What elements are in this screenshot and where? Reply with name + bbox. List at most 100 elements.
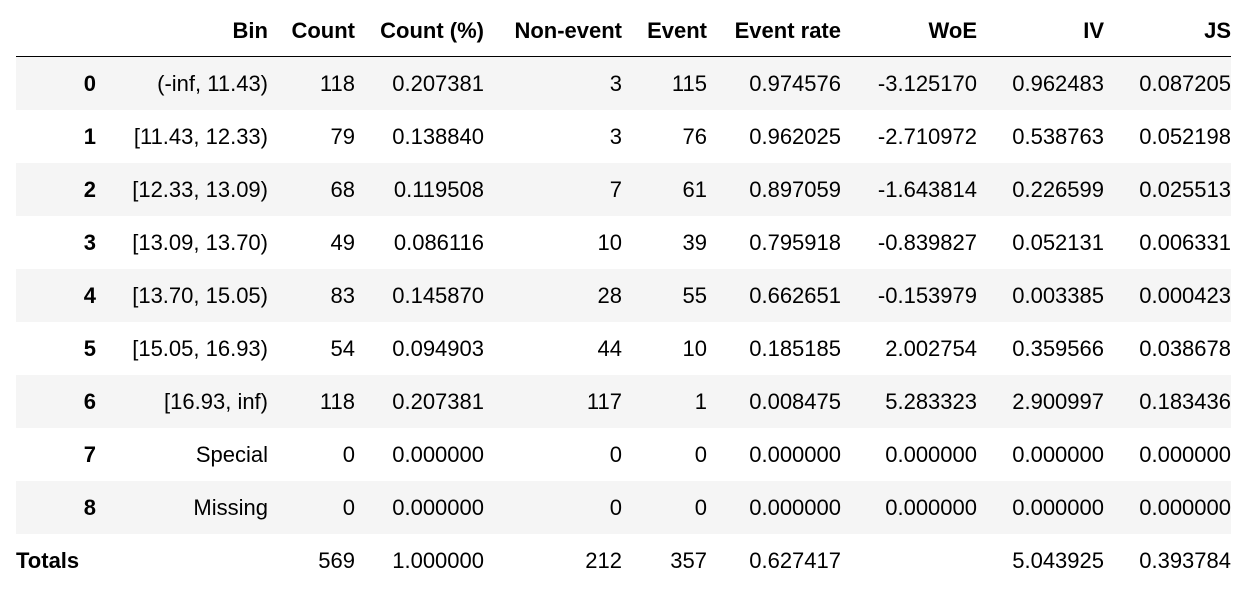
- table-cell: 0.962483: [977, 56, 1104, 110]
- table-cell: 44: [484, 322, 622, 375]
- row-index: 0: [16, 56, 96, 110]
- table-cell: 0.000000: [977, 481, 1104, 534]
- table-cell: 569: [268, 534, 355, 587]
- column-header: IV: [977, 6, 1104, 57]
- table-cell: 76: [622, 110, 707, 163]
- table-cell: 0.974576: [707, 56, 841, 110]
- table-cell: [16.93, inf): [96, 375, 268, 428]
- table-cell: -3.125170: [841, 56, 977, 110]
- table-cell: 1.000000: [355, 534, 484, 587]
- table-cell: 55: [622, 269, 707, 322]
- table-cell: 5.043925: [977, 534, 1104, 587]
- table-cell: Missing: [96, 481, 268, 534]
- table-cell: 0.025513: [1104, 163, 1231, 216]
- table-cell: 0.962025: [707, 110, 841, 163]
- table-cell: Special: [96, 428, 268, 481]
- table-cell: 28: [484, 269, 622, 322]
- table-cell: [13.09, 13.70): [96, 216, 268, 269]
- table-cell: 0.185185: [707, 322, 841, 375]
- table-cell: 117: [484, 375, 622, 428]
- row-index: 7: [16, 428, 96, 481]
- table-cell: 0: [622, 481, 707, 534]
- column-header: Count: [268, 6, 355, 57]
- table-cell: 0.000000: [841, 481, 977, 534]
- row-index: 8: [16, 481, 96, 534]
- column-header: Count (%): [355, 6, 484, 57]
- table-cell: 0: [268, 481, 355, 534]
- table-row: 0 (-inf, 11.43) 118 0.207381 3 115 0.974576 -3.…: [16, 56, 1231, 110]
- column-header: JS: [1104, 6, 1231, 57]
- table-cell: 0.038678: [1104, 322, 1231, 375]
- table-cell: 3: [484, 56, 622, 110]
- table-cell: 0.000000: [977, 428, 1104, 481]
- table-cell: 0.008475: [707, 375, 841, 428]
- column-header: WoE: [841, 6, 977, 57]
- table-cell: 0: [268, 428, 355, 481]
- row-index: 3: [16, 216, 96, 269]
- row-index: 6: [16, 375, 96, 428]
- row-index: Totals: [16, 534, 96, 587]
- table-cell: 0: [484, 481, 622, 534]
- table-cell: 0.138840: [355, 110, 484, 163]
- table-cell: 118: [268, 375, 355, 428]
- row-index: 4: [16, 269, 96, 322]
- table-cell: 0.003385: [977, 269, 1104, 322]
- table-cell: 0: [622, 428, 707, 481]
- table-cell: 0.000000: [1104, 428, 1231, 481]
- table-cell: 10: [622, 322, 707, 375]
- table-cell: 1: [622, 375, 707, 428]
- table-cell: 0.000000: [355, 481, 484, 534]
- table-cell: [11.43, 12.33): [96, 110, 268, 163]
- table-header-row: Bin Count Count (%) Non-event Event Event rat…: [16, 6, 1231, 57]
- table-cell: 0.000000: [707, 428, 841, 481]
- table-row: 2 [12.33, 13.09) 68 0.119508 7 61 0.897059 -1.6…: [16, 163, 1231, 216]
- column-header: Event: [622, 6, 707, 57]
- table-cell: 0.207381: [355, 56, 484, 110]
- table-cell: -0.839827: [841, 216, 977, 269]
- table-cell: 0.662651: [707, 269, 841, 322]
- table-cell: [12.33, 13.09): [96, 163, 268, 216]
- table-cell: 0.226599: [977, 163, 1104, 216]
- table-cell: [15.05, 16.93): [96, 322, 268, 375]
- table-cell: 0.000423: [1104, 269, 1231, 322]
- table-cell: 0.627417: [707, 534, 841, 587]
- row-index: 1: [16, 110, 96, 163]
- table-cell: 0.897059: [707, 163, 841, 216]
- table-cell: -2.710972: [841, 110, 977, 163]
- table-cell: 0.000000: [841, 428, 977, 481]
- table-cell: 0.393784: [1104, 534, 1231, 587]
- table-cell: 0.795918: [707, 216, 841, 269]
- table-cell: 10: [484, 216, 622, 269]
- table-cell: 0.538763: [977, 110, 1104, 163]
- table-cell: 0.183436: [1104, 375, 1231, 428]
- table-cell: 54: [268, 322, 355, 375]
- table-cell: 212: [484, 534, 622, 587]
- table-cell: -0.153979: [841, 269, 977, 322]
- table-cell: 0: [484, 428, 622, 481]
- table-row: 5 [15.05, 16.93) 54 0.094903 44 10 0.185185 2.0…: [16, 322, 1231, 375]
- table-cell: 2.002754: [841, 322, 977, 375]
- table-cell: 357: [622, 534, 707, 587]
- table-row: 1 [11.43, 12.33) 79 0.138840 3 76 0.962025 -2.7…: [16, 110, 1231, 163]
- totals-row: Totals 569 1.000000 212 357 0.627417 5.043925 0…: [16, 534, 1231, 587]
- table-cell: 5.283323: [841, 375, 977, 428]
- table-cell: (-inf, 11.43): [96, 56, 268, 110]
- column-header: Event rate: [707, 6, 841, 57]
- table-cell: 2.900997: [977, 375, 1104, 428]
- table-cell: 118: [268, 56, 355, 110]
- table-cell: 61: [622, 163, 707, 216]
- table-row: 8 Missing 0 0.000000 0 0 0.000000 0.000000 0.000…: [16, 481, 1231, 534]
- table-cell: 68: [268, 163, 355, 216]
- row-index: 5: [16, 322, 96, 375]
- header-index: [16, 6, 96, 57]
- table-cell: 0.052131: [977, 216, 1104, 269]
- table-cell: 0.086116: [355, 216, 484, 269]
- table-cell: 83: [268, 269, 355, 322]
- table-cell: 49: [268, 216, 355, 269]
- table-cell: 0.359566: [977, 322, 1104, 375]
- table-cell: -1.643814: [841, 163, 977, 216]
- table-cell: 115: [622, 56, 707, 110]
- table-cell: [13.70, 15.05): [96, 269, 268, 322]
- table-row: 6 [16.93, inf) 118 0.207381 117 1 0.008475 5.28…: [16, 375, 1231, 428]
- table-cell: 0.000000: [707, 481, 841, 534]
